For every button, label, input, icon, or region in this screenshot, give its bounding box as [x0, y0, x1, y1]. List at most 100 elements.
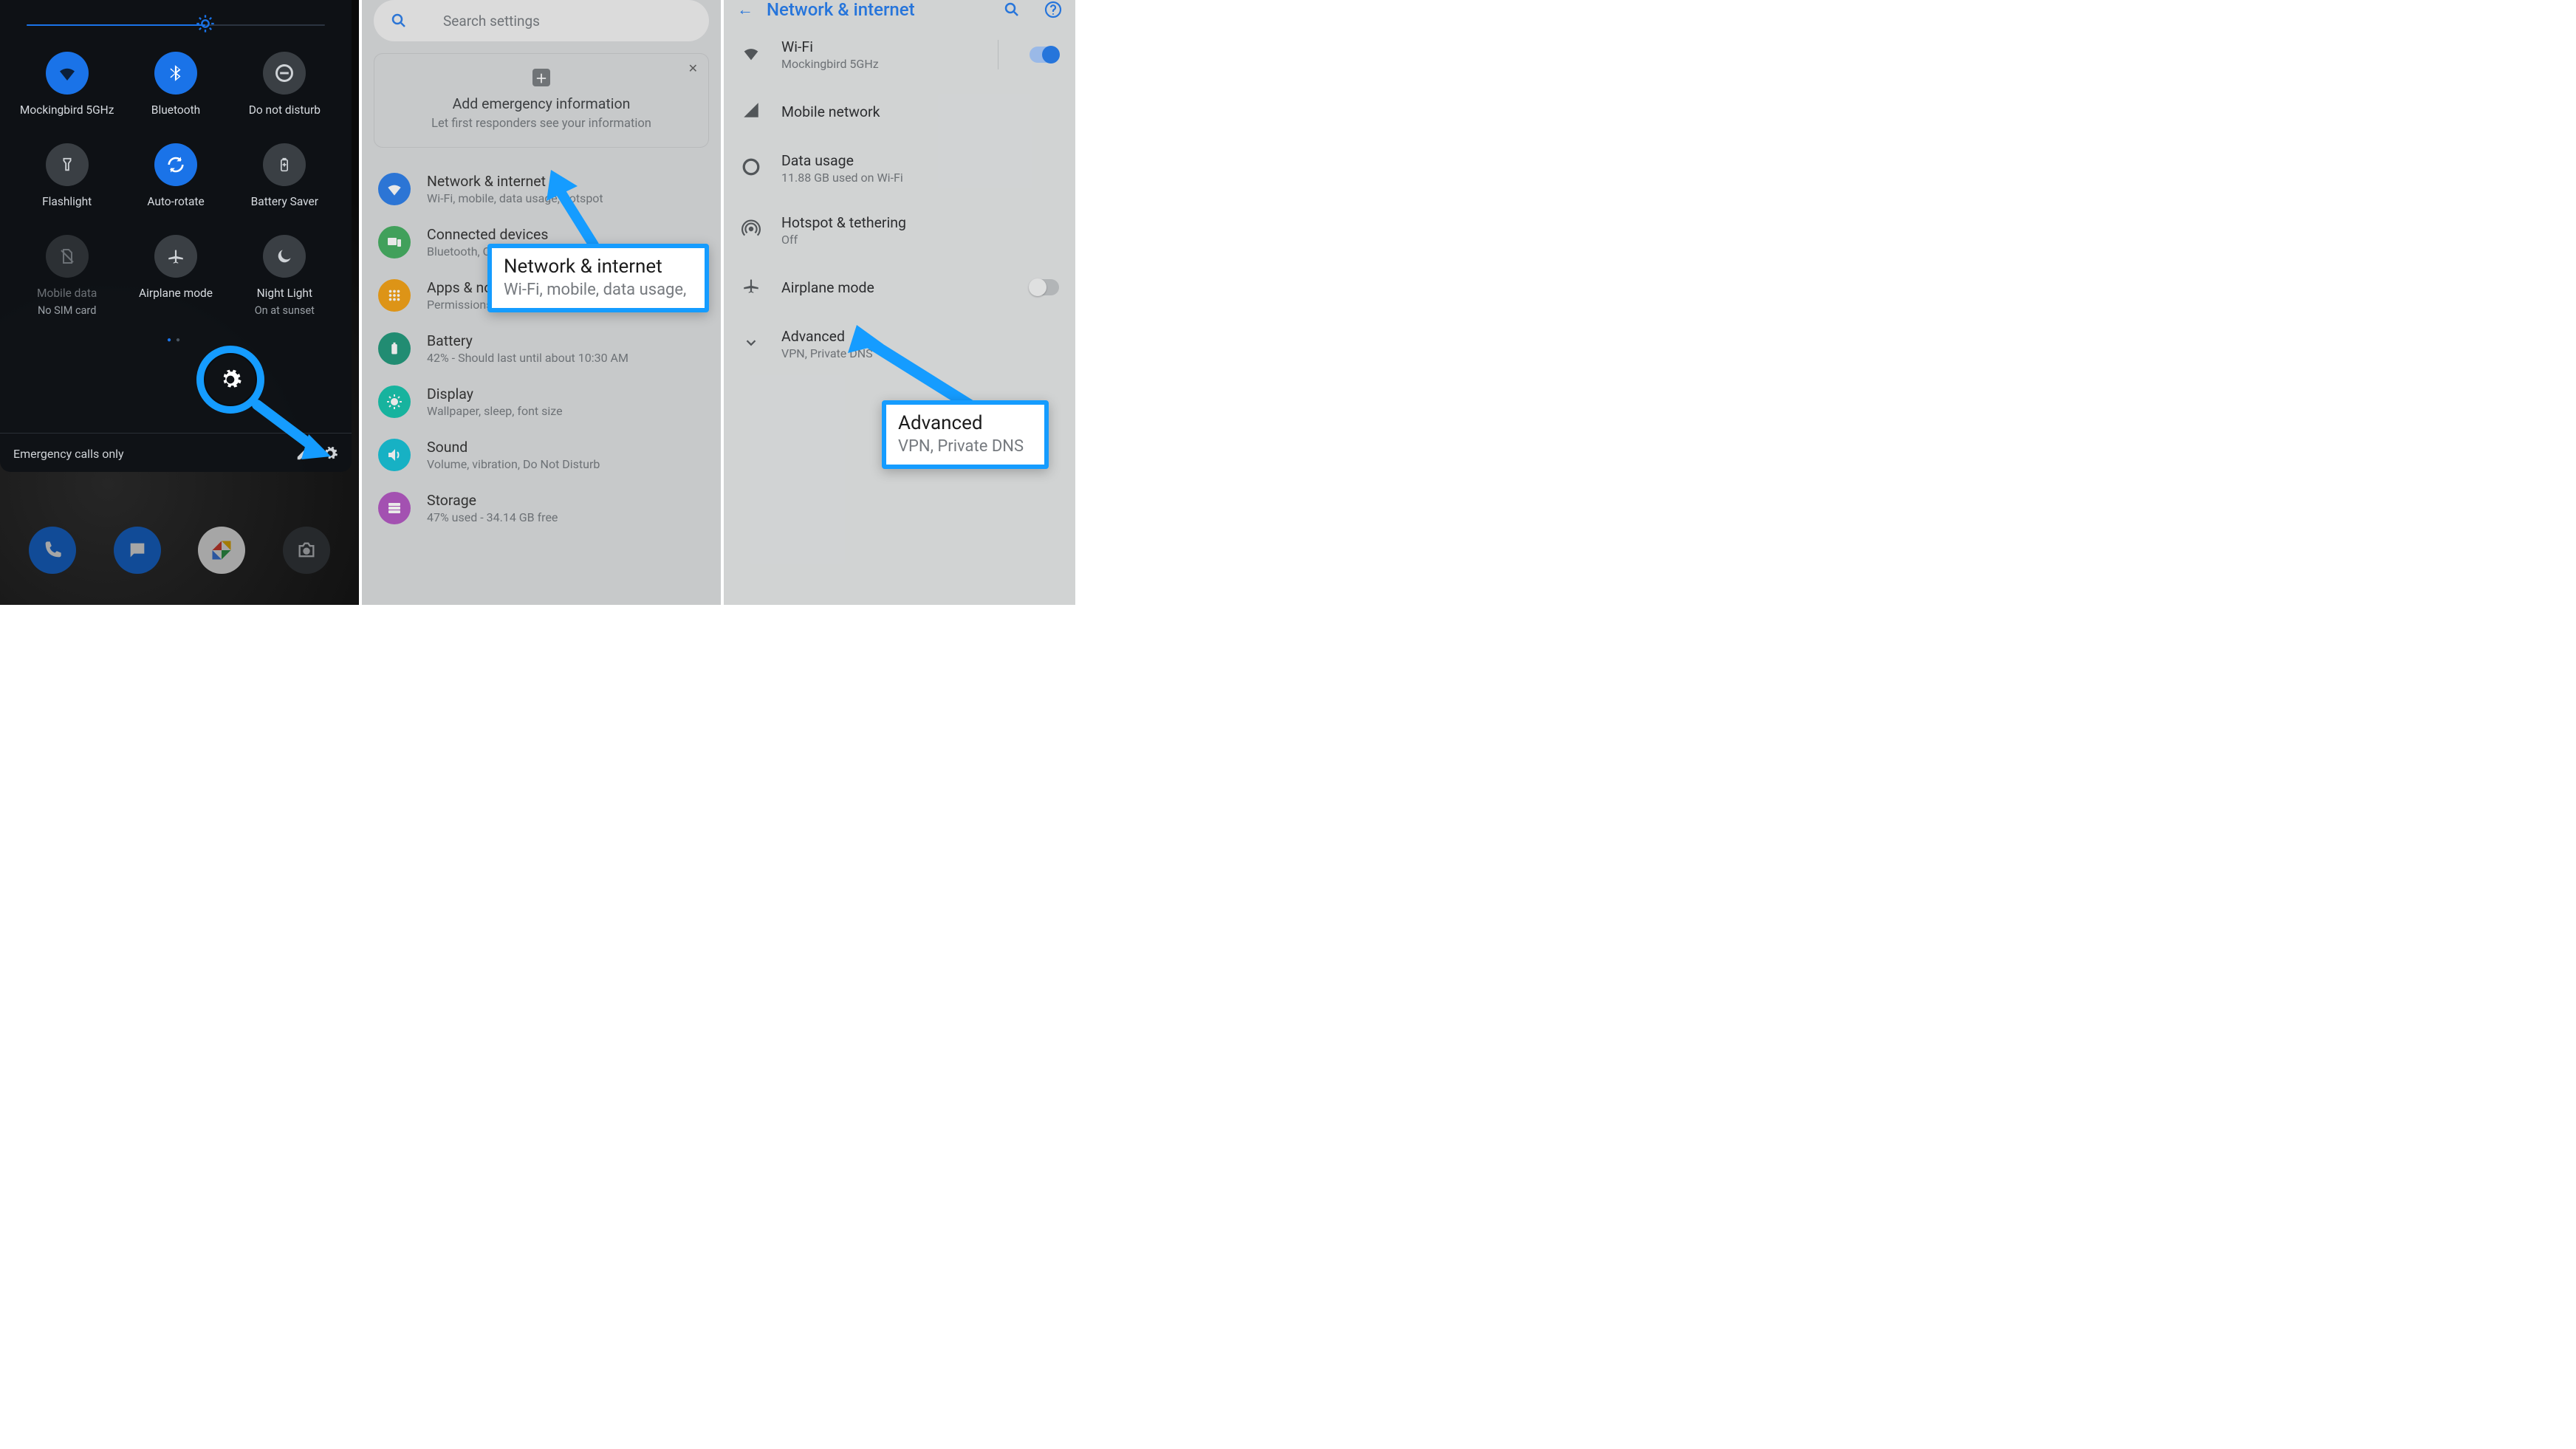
- row-subtitle: Mockingbird 5GHz: [781, 57, 967, 71]
- qs-tile-sublabel: On at sunset: [255, 304, 315, 317]
- qs-footer-status: Emergency calls only: [13, 447, 124, 461]
- qs-tile-autorotate[interactable]: Auto-rotate: [123, 143, 227, 208]
- back-arrow-icon[interactable]: ←: [737, 0, 753, 19]
- network-row-hotspot[interactable]: Hotspot & tethering Off: [724, 199, 1075, 261]
- callout-box-advanced: Advanced VPN, Private DNS: [882, 400, 1049, 469]
- qs-tile-battery-saver[interactable]: Battery Saver: [233, 143, 337, 208]
- brightness-gear-icon[interactable]: [195, 13, 216, 34]
- callout-subtitle: Wi-Fi, mobile, data usage,: [504, 281, 693, 299]
- network-row-airplane[interactable]: Airplane mode: [724, 261, 1075, 313]
- qs-tile-dnd[interactable]: Do not disturb: [233, 52, 337, 117]
- qs-tile-label: Do not disturb: [249, 103, 321, 117]
- qs-tile-label: Flashlight: [42, 195, 92, 208]
- page-title: Network & internet: [767, 0, 990, 20]
- row-title: Battery: [427, 332, 628, 349]
- gear-icon[interactable]: [219, 368, 242, 391]
- battery-saver-icon: [263, 143, 306, 186]
- flashlight-icon: [46, 143, 89, 186]
- qs-tile-airplane[interactable]: Airplane mode: [123, 235, 227, 317]
- dnd-icon: [263, 52, 306, 95]
- brightness-slider[interactable]: [27, 24, 325, 27]
- qs-tile-label: Auto-rotate: [147, 195, 204, 208]
- airplane-icon: [154, 235, 197, 278]
- camera-app-icon[interactable]: [283, 527, 330, 574]
- emergency-info-card[interactable]: ✕ ＋ Add emergency information Let first …: [374, 53, 709, 148]
- qs-tile-label: Mockingbird 5GHz: [20, 103, 114, 117]
- row-title: Connected devices: [427, 226, 548, 243]
- hotspot-icon: [740, 219, 762, 242]
- callout-subtitle: VPN, Private DNS: [898, 437, 1032, 456]
- network-icon: [378, 173, 411, 205]
- qs-pager-dots: ●●: [9, 336, 343, 344]
- settings-row-network[interactable]: Network & internetWi-Fi, mobile, data us…: [362, 162, 721, 216]
- airplane-toggle[interactable]: [1030, 279, 1059, 295]
- close-icon[interactable]: ✕: [688, 61, 698, 75]
- settings-row-battery[interactable]: Battery 42% - Should last until about 10:…: [362, 322, 721, 375]
- qs-tile-mobile-data[interactable]: Mobile data No SIM card: [15, 235, 119, 317]
- qs-tile-label: Battery Saver: [251, 195, 318, 208]
- sound-icon: [378, 439, 411, 471]
- search-icon: [390, 12, 408, 30]
- network-settings-panel: ← Network & internet Wi-Fi Mockingbird 5G…: [724, 0, 1075, 605]
- plus-icon: ＋: [532, 69, 550, 86]
- settings-row-storage[interactable]: Storage47% used - 34.14 GB free: [362, 482, 721, 535]
- bluetooth-icon: [154, 52, 197, 95]
- row-subtitle: 11.88 GB used on Wi-Fi: [781, 171, 903, 185]
- qs-tile-label: Mobile data: [37, 287, 97, 300]
- row-title: Airplane mode: [781, 279, 1010, 296]
- sim-icon: [46, 235, 89, 278]
- wifi-icon: [740, 43, 762, 66]
- moon-icon: [263, 235, 306, 278]
- help-icon[interactable]: [1044, 1, 1062, 18]
- settings-row-sound[interactable]: SoundVolume, vibration, Do Not Disturb: [362, 428, 721, 482]
- callout-title: Advanced: [898, 412, 1032, 434]
- callout-box-network: Network & internet Wi-Fi, mobile, data u…: [487, 244, 709, 312]
- phone-app-icon[interactable]: [29, 527, 76, 574]
- row-subtitle: Off: [781, 233, 906, 247]
- network-row-data-usage[interactable]: Data usage 11.88 GB used on Wi-Fi: [724, 137, 1075, 199]
- devices-icon: [378, 226, 411, 258]
- row-title: Mobile network: [781, 103, 880, 120]
- row-subtitle: 47% used - 34.14 GB free: [427, 510, 558, 524]
- messages-app-icon[interactable]: [114, 527, 161, 574]
- row-subtitle: 42% - Should last until about 10:30 AM: [427, 351, 628, 365]
- qs-tile-night-light[interactable]: Night Light On at sunset: [233, 235, 337, 317]
- wifi-toggle[interactable]: [1030, 47, 1059, 63]
- apps-icon: [378, 279, 411, 312]
- row-title: Sound: [427, 439, 600, 456]
- qs-tile-flashlight[interactable]: Flashlight: [15, 143, 119, 208]
- qs-tile-label: Airplane mode: [139, 287, 213, 300]
- airplane-icon: [740, 276, 762, 298]
- display-icon: [378, 386, 411, 418]
- quick-settings-panel: Mockingbird 5GHz Bluetooth Do not distur…: [0, 0, 359, 605]
- cell-signal-icon: [740, 100, 762, 123]
- callout-arrow-icon: [542, 164, 609, 253]
- wifi-icon: [46, 52, 89, 95]
- app-bar: ← Network & internet: [724, 0, 1075, 24]
- qs-tile-bluetooth[interactable]: Bluetooth: [123, 52, 227, 117]
- card-subtitle: Let first responders see your informatio…: [389, 117, 693, 131]
- network-row-wifi[interactable]: Wi-Fi Mockingbird 5GHz: [724, 24, 1075, 86]
- callout-arrow-icon: [251, 399, 340, 465]
- settings-row-display[interactable]: DisplayWallpaper, sleep, font size: [362, 375, 721, 428]
- qs-tile-wifi[interactable]: Mockingbird 5GHz: [15, 52, 119, 117]
- qs-tile-label: Bluetooth: [151, 103, 200, 117]
- settings-panel: Search settings ✕ ＋ Add emergency inform…: [362, 0, 721, 605]
- row-title: Wi-Fi: [781, 38, 967, 55]
- search-settings-input[interactable]: Search settings: [374, 0, 709, 41]
- data-usage-icon: [740, 157, 762, 179]
- row-title: Data usage: [781, 152, 903, 169]
- search-placeholder: Search settings: [443, 13, 540, 30]
- home-dock: [10, 506, 349, 595]
- row-subtitle: Wallpaper, sleep, font size: [427, 404, 563, 418]
- row-title: Storage: [427, 492, 558, 509]
- search-icon[interactable]: [1003, 1, 1021, 18]
- battery-icon: [378, 332, 411, 365]
- callout-title: Network & internet: [504, 256, 693, 278]
- chevron-down-icon: [740, 335, 762, 354]
- qs-tile-label: Night Light: [257, 287, 312, 300]
- photos-app-icon[interactable]: [198, 527, 245, 574]
- qs-tile-sublabel: No SIM card: [38, 304, 96, 317]
- row-title: Hotspot & tethering: [781, 214, 906, 231]
- network-row-mobile[interactable]: Mobile network: [724, 86, 1075, 137]
